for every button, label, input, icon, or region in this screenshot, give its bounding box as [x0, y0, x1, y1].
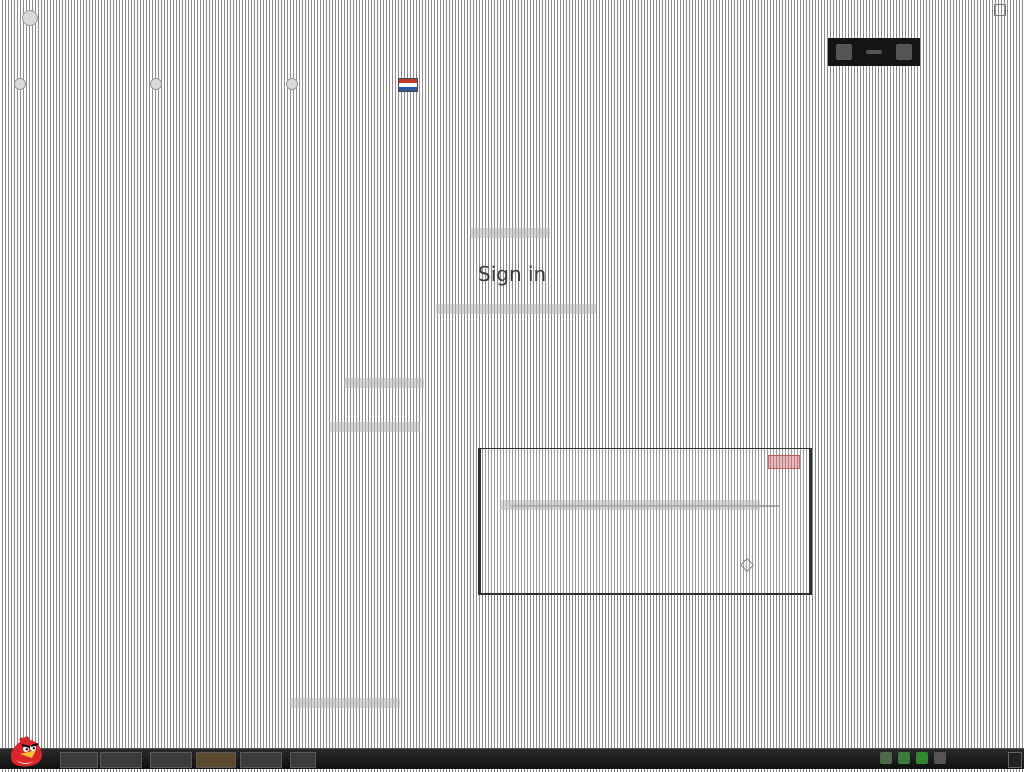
signin-title: Sign in	[478, 262, 547, 286]
taskbar-item[interactable]	[196, 752, 236, 768]
form-hint	[500, 500, 760, 510]
tray-icon[interactable]	[898, 752, 910, 764]
error-badge	[768, 455, 800, 469]
taskbar-item[interactable]	[240, 752, 282, 768]
tray-icon[interactable]	[880, 752, 892, 764]
nav-icon[interactable]	[286, 78, 298, 90]
show-desktop-button[interactable]	[1008, 752, 1022, 768]
field-label	[330, 422, 420, 432]
angry-bird-start-icon[interactable]	[6, 732, 46, 768]
taskbar-item[interactable]	[100, 752, 142, 768]
nav-icon[interactable]	[150, 78, 162, 90]
screen-icon[interactable]	[896, 44, 912, 60]
minus-icon[interactable]	[866, 50, 882, 54]
floating-toolbar	[828, 38, 920, 66]
taskbar-item[interactable]	[290, 752, 316, 768]
logo-text	[470, 228, 550, 238]
footer-link[interactable]	[290, 698, 400, 708]
field-label	[344, 378, 424, 388]
camera-icon[interactable]	[836, 44, 852, 60]
window-control-icon[interactable]	[994, 4, 1006, 16]
taskbar-item[interactable]	[60, 752, 98, 768]
flag-icon[interactable]	[398, 78, 418, 92]
taskbar-item[interactable]	[150, 752, 192, 768]
app-icon[interactable]	[22, 10, 38, 26]
back-icon[interactable]	[14, 78, 26, 90]
signin-form-box[interactable]	[478, 448, 812, 595]
tray-icon[interactable]	[934, 752, 946, 764]
tray-icon[interactable]	[916, 752, 928, 764]
signin-subtitle	[436, 304, 596, 314]
